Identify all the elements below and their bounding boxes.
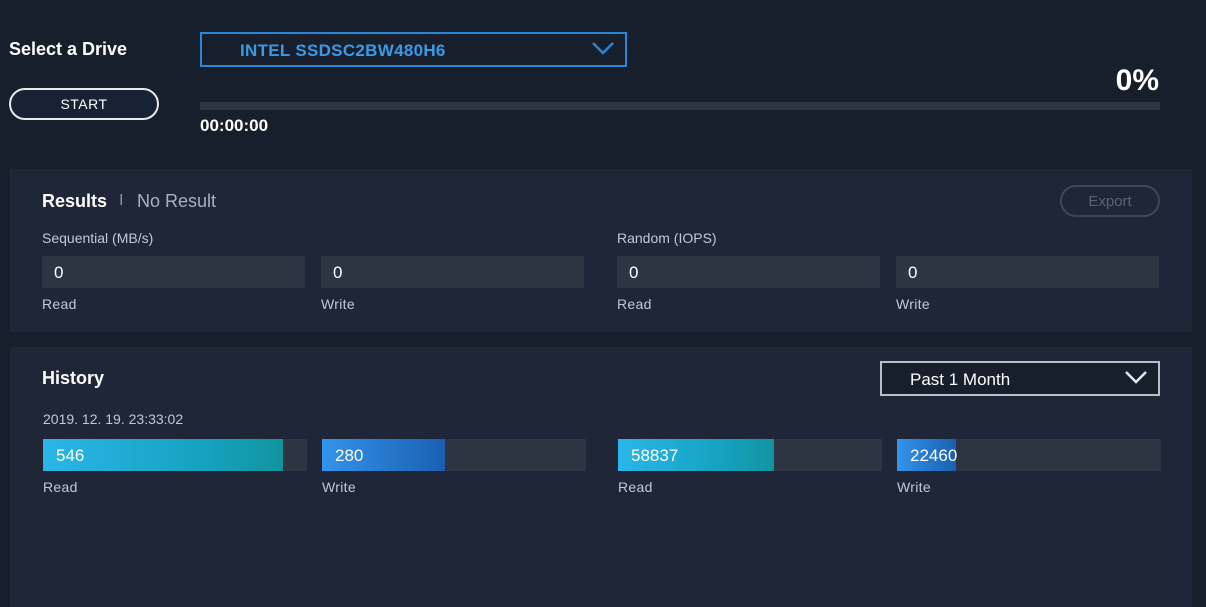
history-random-write-value: 22460 — [910, 446, 958, 465]
sequential-write-label: Write — [321, 296, 355, 312]
results-title: Results — [42, 191, 108, 211]
drive-dropdown[interactable]: INTEL SSDSC2BW480H6 — [200, 32, 627, 67]
random-read-value: 0 — [629, 263, 639, 282]
results-separator: I — [119, 192, 124, 209]
sequential-label: Sequential (MB/s) — [42, 230, 154, 246]
progress-percent: 0% — [1115, 64, 1159, 97]
select-drive-label: Select a Drive — [9, 39, 128, 59]
history-sequential-read-label: Read — [43, 479, 78, 495]
random-read-label: Read — [617, 296, 652, 312]
history-sequential-read-value: 546 — [56, 446, 85, 465]
random-read-value-box: 0 — [617, 256, 880, 288]
sequential-write-value: 0 — [333, 263, 343, 282]
history-sequential-write-label: Write — [322, 479, 356, 495]
drive-dropdown-value: INTEL SSDSC2BW480H6 — [240, 41, 446, 60]
history-sequential-read-bar: 546 — [43, 439, 307, 471]
export-button[interactable]: Export — [1060, 185, 1160, 217]
start-button[interactable]: START — [9, 88, 159, 120]
history-random-write-label: Write — [897, 479, 931, 495]
chevron-down-icon — [592, 42, 614, 55]
chevron-down-icon — [1125, 371, 1147, 384]
history-random-write-bar: 22460 — [897, 439, 1161, 471]
history-random-read-label: Read — [618, 479, 653, 495]
progress-bar — [200, 102, 1160, 110]
sequential-read-value-box: 0 — [42, 256, 305, 288]
sequential-read-value: 0 — [54, 263, 64, 282]
history-timestamp: 2019. 12. 19. 23:33:02 — [43, 411, 184, 427]
period-dropdown[interactable]: Past 1 Month — [880, 361, 1160, 396]
sequential-read-label: Read — [42, 296, 77, 312]
random-write-value-box: 0 — [896, 256, 1159, 288]
random-label: Random (IOPS) — [617, 230, 717, 246]
random-write-label: Write — [896, 296, 930, 312]
sequential-write-value-box: 0 — [321, 256, 584, 288]
elapsed-time: 00:00:00 — [200, 116, 269, 135]
history-sequential-write-value: 280 — [335, 446, 364, 465]
period-dropdown-value: Past 1 Month — [910, 370, 1011, 389]
history-random-read-bar: 58837 — [618, 439, 882, 471]
history-title: History — [42, 368, 105, 388]
random-write-value: 0 — [908, 263, 918, 282]
history-sequential-write-bar: 280 — [322, 439, 586, 471]
results-status: No Result — [137, 191, 217, 211]
history-random-read-value: 58837 — [631, 446, 679, 465]
